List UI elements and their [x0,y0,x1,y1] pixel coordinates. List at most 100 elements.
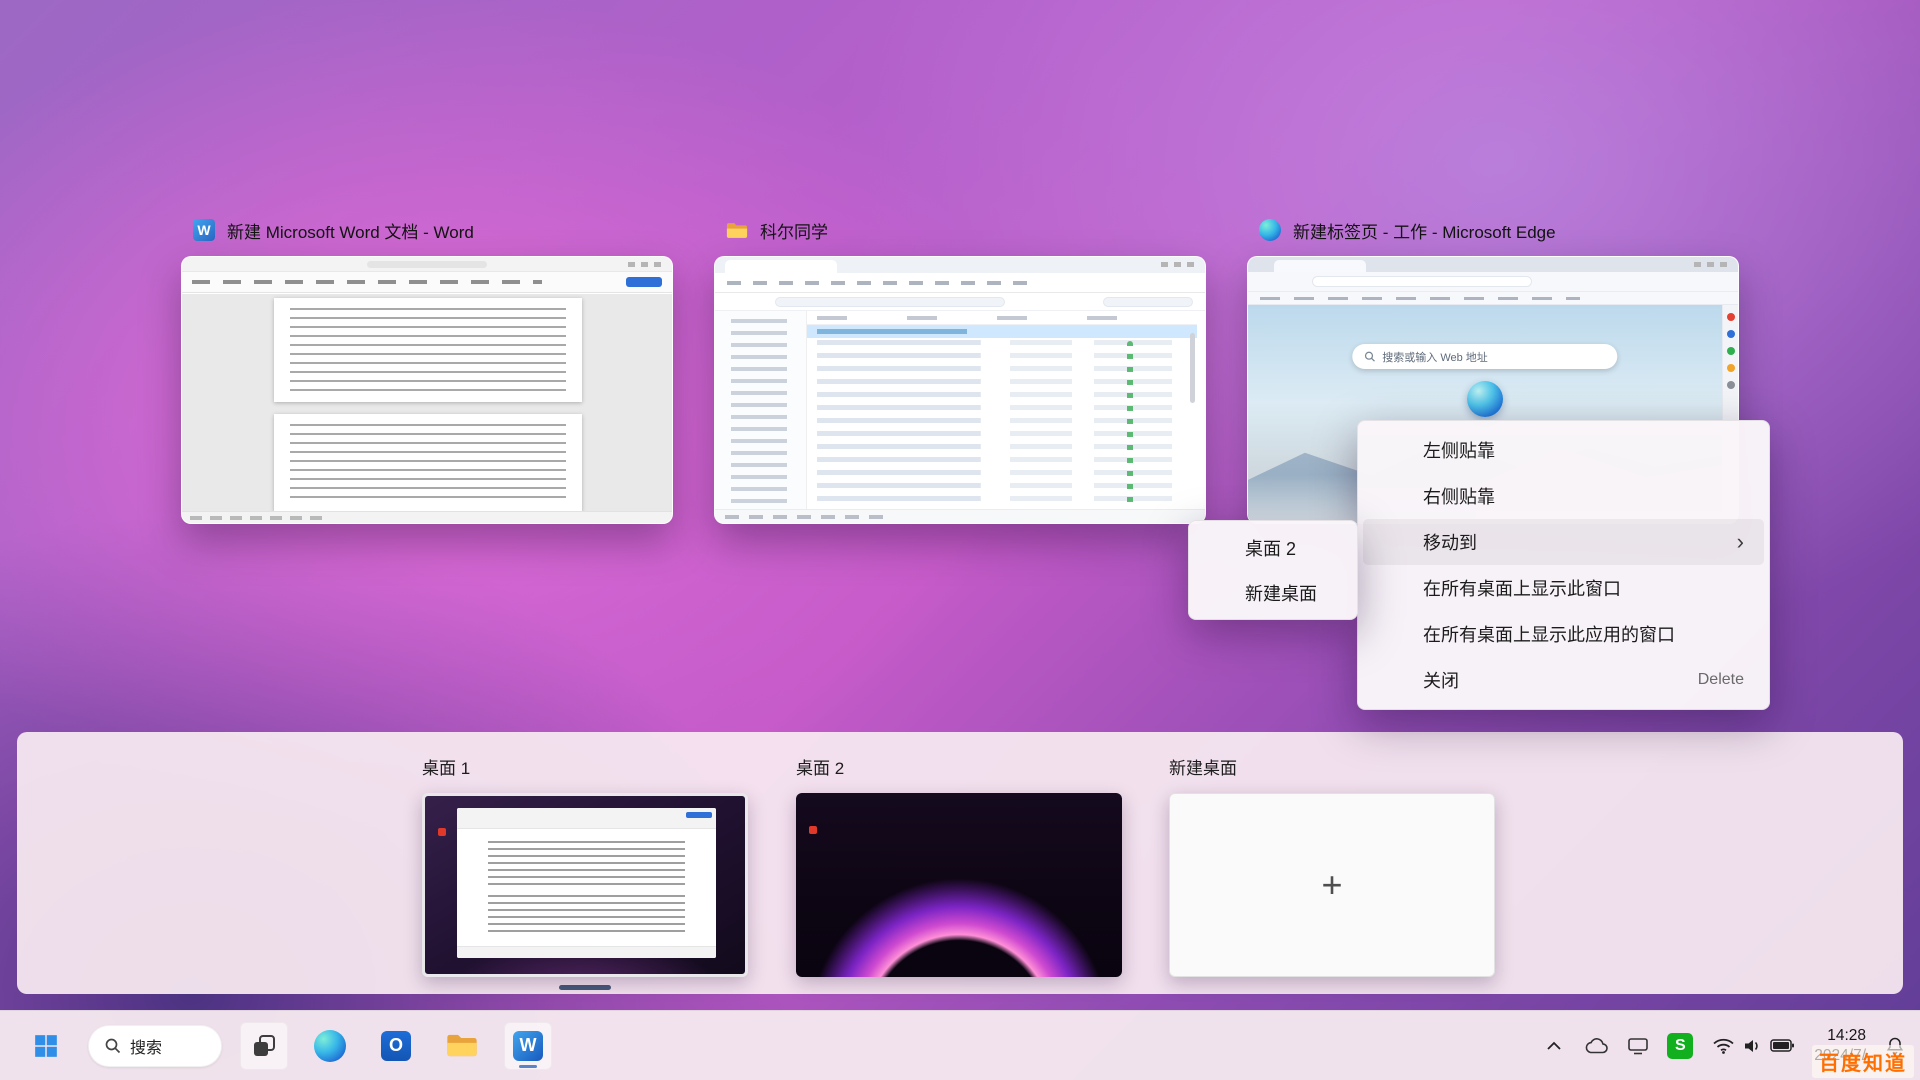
chevron-up-icon [1546,1041,1562,1051]
word-thumb-statusbar [182,511,672,523]
tray-overflow-chevron-button[interactable] [1537,1024,1571,1068]
sidebar-app-icon [1727,313,1735,321]
text-skeleton [290,424,566,504]
submenu-item-label: 新建桌面 [1245,580,1317,606]
explorer-taskbar-icon[interactable] [438,1022,486,1070]
folder-icon [726,219,748,241]
desktop-1-word-window-skeleton [457,808,716,958]
taskbar-search-box[interactable]: 搜索 [88,1025,222,1067]
ime-icon: S [1667,1033,1693,1059]
desktop-1: 桌面 1 [422,754,748,990]
menu-item-show-window-on-all-desktops[interactable]: 在所有桌面上显示此窗口 [1363,565,1764,611]
explorer-window-thumbnail[interactable] [714,256,1206,524]
address-pill-skeleton [775,297,1005,307]
outlook-logo-icon: O [381,1031,411,1061]
menu-item-shortcut: Delete [1698,671,1744,689]
word-window-thumbnail[interactable] [181,256,673,524]
speaker-icon [1743,1038,1761,1054]
word-icon-letter: W [197,222,210,238]
mini-titlebar-skeleton [457,808,716,829]
menu-item-label: 在所有桌面上显示此应用的窗口 [1423,621,1675,647]
submenu-item-label: 桌面 2 [1245,535,1296,561]
word-thumb-document-area [182,294,672,511]
sidebar-app-icon [1727,347,1735,355]
edge-thumb-favorites-bar [1248,292,1738,305]
edge-icon [1259,219,1281,241]
menu-item-snap-right[interactable]: 右侧贴靠 [1363,473,1764,519]
desktop-1-label: 桌面 1 [422,754,748,779]
onedrive-tray-button[interactable] [1579,1024,1613,1068]
text-skeleton [190,516,330,520]
browser-tab-skeleton [1274,260,1366,272]
menu-item-move-to[interactable]: 移动到 › [1363,519,1764,565]
window-header-explorer: 科尔同学 [714,214,1206,246]
recording-indicator-dot [809,826,817,834]
ime-tray-button[interactable]: S [1663,1024,1697,1068]
menu-item-snap-left[interactable]: 左侧贴靠 [1363,427,1764,473]
clock-time: 14:28 [1814,1026,1866,1046]
window-card-explorer: 科尔同学 [714,214,1206,524]
text-skeleton [290,308,566,394]
mini-share-button-skeleton [686,812,712,818]
desktop-2: 桌面 2 [796,754,1122,977]
explorer-thumb-titlebar [715,257,1205,273]
submenu-item-desktop-2[interactable]: 桌面 2 [1193,525,1353,570]
cast-tray-button[interactable] [1621,1024,1655,1068]
explorer-tab-skeleton [725,260,837,273]
window-controls-skeleton [628,262,664,267]
window-card-word: W 新建 Microsoft Word 文档 - Word [181,214,673,524]
taskbar: 搜索 O W [0,1010,1920,1080]
outlook-letter: O [389,1035,403,1056]
task-view-icon [251,1033,277,1059]
window-header-word: W 新建 Microsoft Word 文档 - Word [181,214,673,246]
outlook-taskbar-icon[interactable]: O [372,1022,420,1070]
edge-search-placeholder: 搜索或输入 Web 地址 [1382,349,1488,365]
edge-thumb-titlebar [1248,257,1738,272]
start-button[interactable] [22,1022,70,1070]
onedrive-cloud-icon [1584,1037,1608,1054]
text-skeleton [817,316,1177,320]
network-volume-battery-button[interactable] [1705,1024,1802,1068]
edge-logo [1467,381,1503,417]
menu-item-label: 在所有桌面上显示此窗口 [1423,575,1621,601]
column-headers-skeleton [807,311,1197,325]
edge-taskbar-icon[interactable] [306,1022,354,1070]
text-skeleton [488,841,685,886]
edge-thumb-toolbar [1248,272,1738,292]
explorer-thumb-addressbar [715,293,1205,311]
display-icon [1627,1037,1649,1055]
word-taskbar-icon[interactable]: W [504,1022,552,1070]
submenu-item-new-desktop[interactable]: 新建桌面 [1193,570,1353,615]
search-pill-skeleton [1103,297,1193,307]
desktop-1-thumbnail[interactable] [422,793,748,977]
share-button-skeleton [626,277,662,287]
window-title-edge: 新建标签页 - 工作 - Microsoft Edge [1293,218,1556,243]
word-icon: W [193,219,215,241]
windows-logo-icon [33,1033,59,1059]
new-desktop-label: 新建桌面 [1169,754,1495,779]
desktop-2-thumbnail[interactable] [796,793,1122,977]
task-view-screen: W 新建 Microsoft Word 文档 - Word [0,0,1920,1080]
selected-file-row [807,325,1197,338]
scrollbar[interactable] [1190,333,1195,403]
document-page-2 [274,414,582,511]
search-icon [1364,351,1375,362]
new-desktop-button[interactable]: + [1169,793,1495,977]
word-thumb-titlebar [182,257,672,272]
mini-statusbar-skeleton [457,946,716,958]
explorer-thumb-toolbar [715,273,1205,293]
recording-indicator-dot [438,828,446,836]
window-title-explorer: 科尔同学 [760,218,828,243]
menu-item-close[interactable]: 关闭 Delete [1363,657,1764,703]
new-desktop: 新建桌面 + [1169,754,1495,977]
menu-item-label: 右侧贴靠 [1423,483,1495,509]
window-header-edge: 新建标签页 - 工作 - Microsoft Edge [1247,214,1739,246]
menu-item-show-app-windows-on-all-desktops[interactable]: 在所有桌面上显示此应用的窗口 [1363,611,1764,657]
edge-search-box[interactable]: 搜索或输入 Web 地址 [1352,344,1617,369]
desktops-strip: 桌面 1 桌面 2 新建桌面 [17,732,1903,994]
task-view-button[interactable] [240,1022,288,1070]
word-logo-icon: W [513,1031,543,1061]
address-bar-skeleton [1312,276,1532,287]
window-title-word: 新建 Microsoft Word 文档 - Word [227,218,474,243]
sidebar-app-icon [1727,364,1735,372]
